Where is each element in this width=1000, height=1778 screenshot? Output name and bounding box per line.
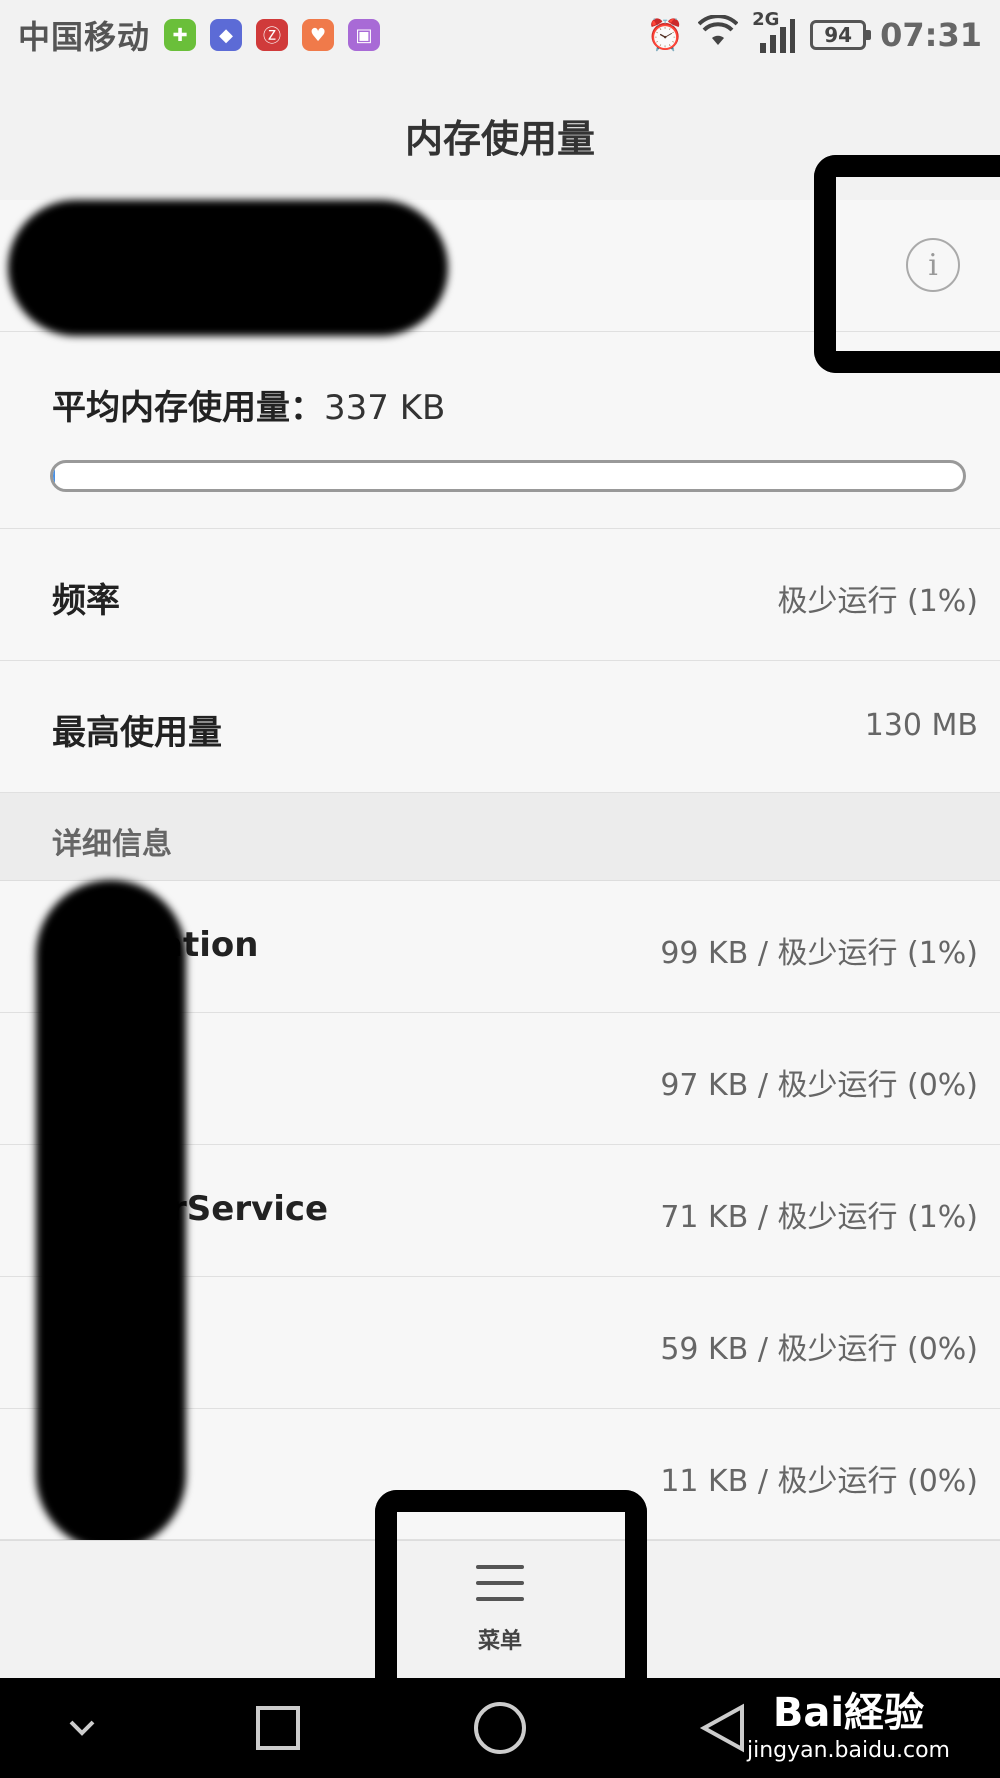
status-bar-right: ⏰ 2G 94 07:31 xyxy=(646,9,982,55)
peak-usage-label: 最高使用量 xyxy=(52,713,222,753)
details-section-title: 详细信息 xyxy=(52,827,172,862)
frequency-row: 频率 极少运行 (1%) xyxy=(0,529,1000,661)
process-usage: 59 KB / 极少运行 (0%) xyxy=(660,1332,978,1367)
average-usage-label: 平均内存使用量：337 KB xyxy=(52,388,446,428)
shield-app-icon: ◆ xyxy=(210,19,243,51)
details-section-header: 详细信息 xyxy=(0,793,1000,881)
health-app-icon: ♥ xyxy=(302,19,335,51)
gallery-app-icon: ▣ xyxy=(348,19,381,51)
frequency-value: 极少运行 (1%) xyxy=(777,584,978,619)
process-usage: 71 KB / 极少运行 (1%) xyxy=(660,1200,978,1235)
signal-icon: 2G xyxy=(752,9,796,55)
redaction-app-name xyxy=(8,200,448,336)
chevron-down-icon[interactable] xyxy=(52,1698,112,1758)
watermark-logo: Bai経验 xyxy=(772,1690,925,1736)
callout-box-menu xyxy=(375,1490,647,1678)
back-icon[interactable] xyxy=(693,1698,753,1758)
status-time: 07:31 xyxy=(880,16,982,54)
process-usage: 11 KB / 极少运行 (0%) xyxy=(660,1464,978,1499)
page-title: 内存使用量 xyxy=(404,116,595,161)
zhihu-app-icon: Ⓩ xyxy=(256,19,289,51)
battery-level: 94 xyxy=(824,23,853,47)
status-bar: 中国移动 ✚ ◆ Ⓩ ♥ ▣ ⏰ 2G 94 07:31 xyxy=(0,0,1000,70)
carrier-name: 中国移动 xyxy=(18,18,151,56)
peak-usage-row: 最高使用量 130 MB xyxy=(0,661,1000,793)
baidu-watermark: Bai経验 jingyan.baidu.com xyxy=(747,1680,950,1763)
process-usage: 97 KB / 极少运行 (0%) xyxy=(660,1068,978,1103)
average-usage-value: 337 KB xyxy=(324,388,446,428)
usage-progress-bar xyxy=(50,460,966,492)
home-icon[interactable] xyxy=(470,1698,530,1758)
wifi-icon xyxy=(697,14,739,55)
redaction-process-names xyxy=(36,880,186,1550)
peak-usage-value: 130 MB xyxy=(864,708,978,743)
watermark-url: jingyan.baidu.com xyxy=(746,1738,950,1763)
app-plus-icon: ✚ xyxy=(164,19,197,51)
callout-box-info xyxy=(814,155,1000,373)
status-bar-left: 中国移动 ✚ ◆ Ⓩ ♥ ▣ xyxy=(18,12,381,58)
usage-progress-fill xyxy=(53,463,55,489)
recents-icon[interactable] xyxy=(248,1698,308,1758)
process-name: rService xyxy=(170,1189,329,1229)
alarm-icon: ⏰ xyxy=(646,17,685,53)
battery-icon: 94 xyxy=(810,20,872,50)
process-usage: 99 KB / 极少运行 (1%) xyxy=(660,936,978,971)
frequency-label: 频率 xyxy=(52,581,120,621)
